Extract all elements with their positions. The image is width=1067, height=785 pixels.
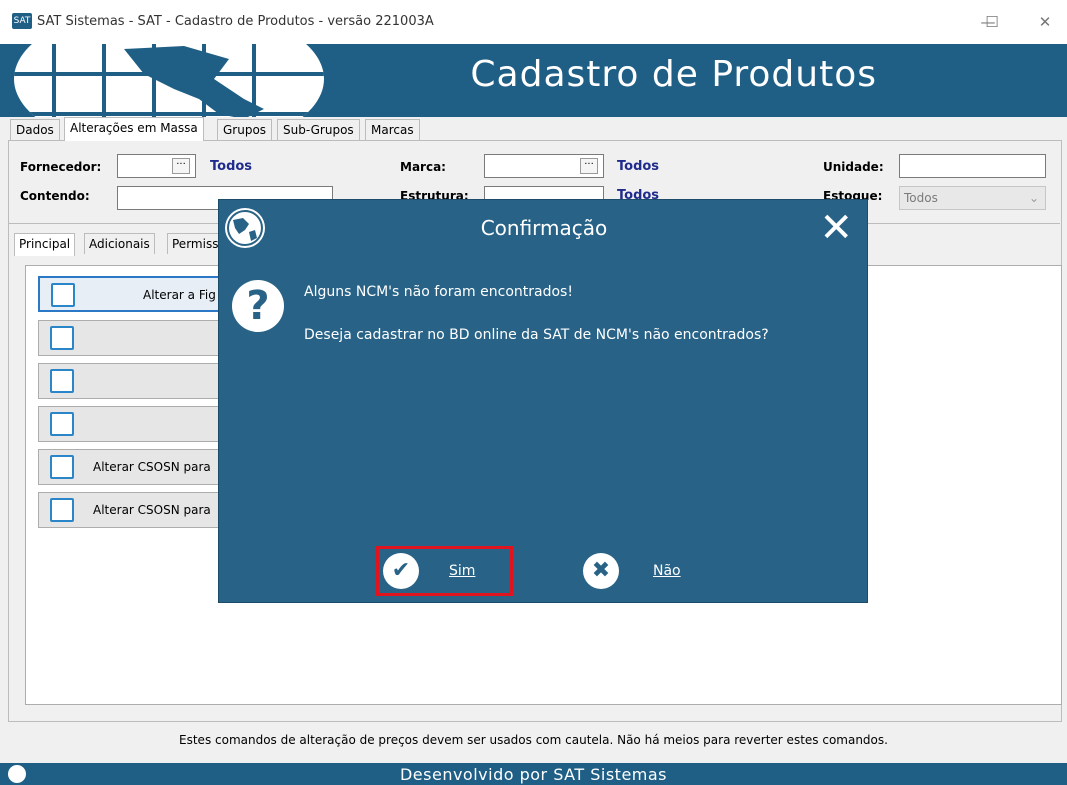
- fornecedor-label: Fornecedor:: [20, 160, 102, 174]
- fornecedor-all-label: Todos: [210, 159, 253, 174]
- fornecedor-lookup-button[interactable]: ···: [172, 158, 190, 174]
- marca-input[interactable]: ···: [484, 154, 604, 178]
- edit-icon: [50, 326, 74, 350]
- banner-title: Cadastro de Produtos: [470, 54, 877, 95]
- x-circle-icon: ✖: [583, 553, 619, 589]
- question-icon: ?: [232, 280, 284, 332]
- marca-label: Marca:: [400, 160, 446, 174]
- tab-sub-grupos[interactable]: Sub-Grupos: [277, 119, 360, 140]
- dialog-message-line2: Deseja cadastrar no BD online da SAT de …: [304, 327, 769, 343]
- tab-dados[interactable]: Dados: [10, 119, 60, 140]
- app-icon: SAT: [12, 13, 32, 29]
- maximize-icon: ☐: [985, 13, 999, 31]
- action-label: Alterar CSOSN para: [93, 460, 211, 474]
- action-label: Alterar a Fig: [143, 288, 216, 302]
- close-window-button[interactable]: ✕: [1027, 10, 1063, 34]
- globe-logo-icon: [14, 44, 324, 117]
- fornecedor-input[interactable]: ···: [117, 154, 196, 178]
- edit-icon: [51, 283, 75, 307]
- warning-note: Estes comandos de alteração de preços de…: [179, 733, 888, 747]
- dialog-title: Confirmação: [480, 216, 608, 240]
- dialog-close-button[interactable]: ✕: [819, 204, 853, 252]
- window-title-bar: SAT SAT Sistemas - SAT - Cadastro de Pro…: [0, 0, 1067, 44]
- tab-alteracoes-em-massa[interactable]: Alterações em Massa: [64, 117, 204, 141]
- unidade-input[interactable]: [899, 154, 1046, 178]
- edit-icon: [50, 369, 74, 393]
- edit-icon: [50, 455, 74, 479]
- edit-icon: [50, 498, 74, 522]
- maximize-button[interactable]: ☐: [974, 10, 1010, 34]
- tab-grupos[interactable]: Grupos: [217, 119, 273, 140]
- no-button[interactable]: ✖ Não: [581, 549, 691, 593]
- confirmation-dialog: Confirmação ✕ ? Alguns NCM's não foram e…: [218, 199, 868, 603]
- action-label: Alterar CSOSN para: [93, 503, 211, 517]
- check-icon: ✔: [383, 553, 419, 589]
- yes-button[interactable]: ✔ Sim: [376, 546, 513, 596]
- tab-adicionais[interactable]: Adicionais: [84, 233, 155, 254]
- contendo-label: Contendo:: [20, 189, 90, 203]
- tab-permissoes[interactable]: Permiss: [167, 233, 224, 254]
- status-bar: Desenvolvido por SAT Sistemas: [0, 763, 1067, 785]
- dialog-message-line1: Alguns NCM's não foram encontrados!: [304, 284, 573, 300]
- estoque-select[interactable]: Todos ⌄: [899, 186, 1046, 210]
- tab-marcas[interactable]: Marcas: [365, 119, 420, 140]
- status-bar-text: Desenvolvido por SAT Sistemas: [399, 765, 668, 784]
- header-banner: Cadastro de Produtos: [0, 44, 1067, 117]
- no-button-label: Não: [653, 563, 681, 579]
- tab-principal[interactable]: Principal: [14, 233, 76, 256]
- estoque-value: Todos: [904, 191, 938, 205]
- yes-button-label: Sim: [449, 563, 476, 579]
- marca-all-label: Todos: [617, 159, 660, 174]
- chevron-down-icon: ⌄: [1028, 191, 1039, 205]
- unidade-label: Unidade:: [823, 160, 884, 174]
- marca-lookup-button[interactable]: ···: [580, 158, 598, 174]
- window-title: SAT Sistemas - SAT - Cadastro de Produto…: [37, 14, 434, 29]
- edit-icon: [50, 412, 74, 436]
